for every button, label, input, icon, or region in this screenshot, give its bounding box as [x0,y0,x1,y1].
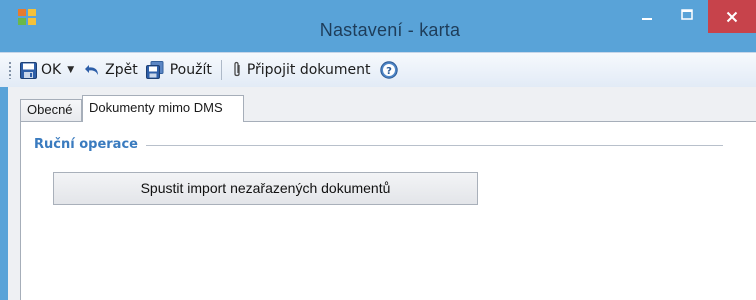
toolbar-grip[interactable] [8,61,12,79]
tab-dokumenty-mimo-dms[interactable]: Dokumenty mimo DMS [82,95,244,122]
toolbar: OK ▼ Zpět Použít Připojit dokument ? [0,52,756,87]
paperclip-icon [234,61,240,77]
group-title: Ruční operace [34,136,146,154]
minimize-icon [642,18,652,20]
close-button[interactable] [708,0,756,33]
back-button[interactable]: Zpět [82,57,140,83]
ok-label: OK [41,62,62,78]
start-import-button[interactable]: Spustit import nezařazených dokumentů [53,172,478,205]
attach-document-label: Připojit dokument [246,62,371,78]
help-button[interactable]: ? [378,57,404,83]
back-label: Zpět [105,62,138,78]
tab-panel: Ruční operace Spustit import nezařazenýc… [20,121,756,300]
undo-icon [85,65,99,75]
apply-label: Použít [169,62,212,78]
apply-save-icon [145,61,164,79]
help-icon: ? [380,61,399,79]
apply-button[interactable]: Použít [144,57,214,83]
svg-text:?: ? [387,66,393,77]
save-icon [20,61,37,79]
ok-dropdown-arrow-icon[interactable]: ▼ [67,65,74,75]
minimize-button[interactable] [628,0,666,30]
client-area: Obecné Dokumenty mimo DMS Ruční operace … [8,87,756,300]
maximize-icon [681,9,693,20]
title-bar[interactable]: Nastavení - karta [0,0,756,52]
tab-obecne[interactable]: Obecné [20,99,82,121]
attach-document-button[interactable]: Připojit dokument [229,57,373,83]
maximize-button[interactable] [668,0,706,30]
toolbar-separator [220,60,222,80]
settings-window: Nastavení - karta OK ▼ Zpět Použít Připo… [0,0,756,300]
ok-button[interactable]: OK ▼ [18,57,82,83]
close-icon [726,11,738,22]
